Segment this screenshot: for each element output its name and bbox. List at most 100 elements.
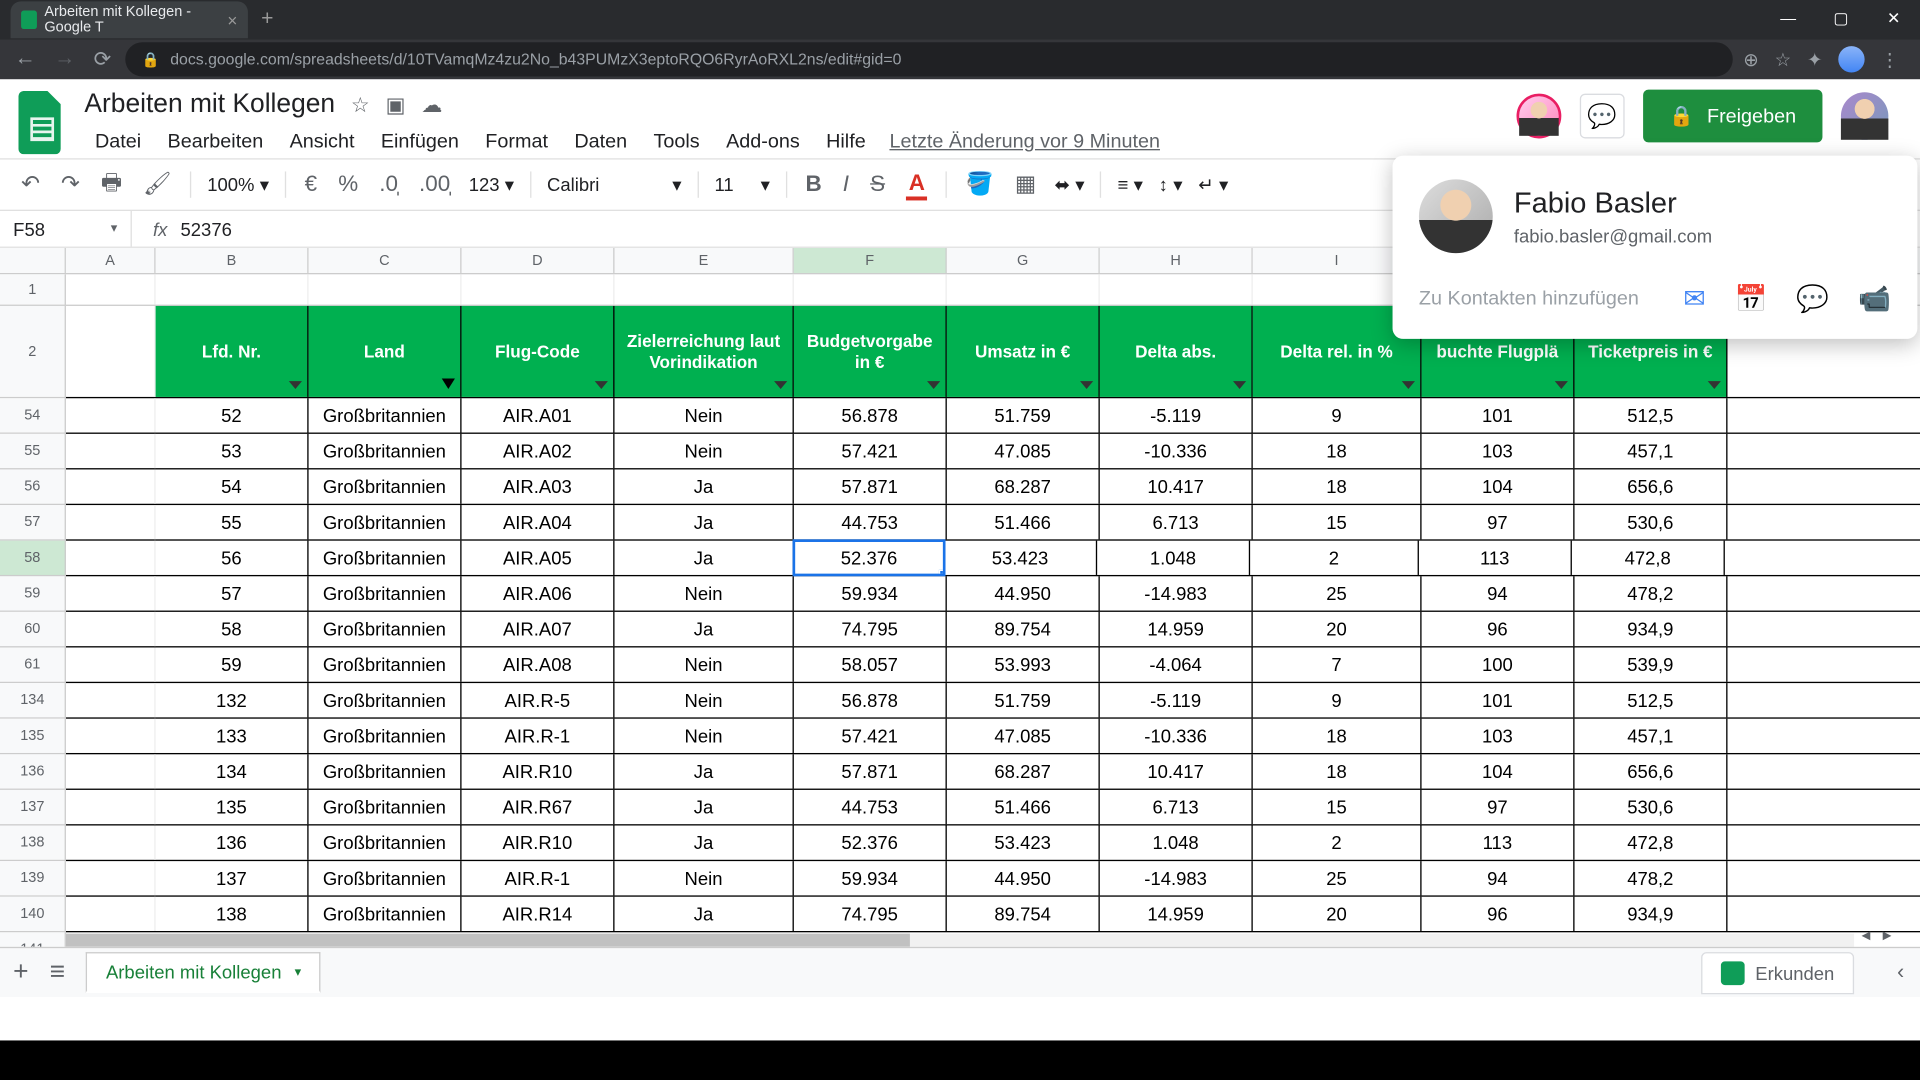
row-header[interactable]: 2 [0, 306, 66, 398]
cell[interactable]: AIR.A04 [462, 505, 615, 539]
row-header[interactable]: 135 [0, 719, 66, 755]
cell[interactable]: 1.048 [1100, 826, 1253, 860]
cell[interactable]: 1.048 [1097, 541, 1250, 575]
cell[interactable]: AIR.A01 [462, 398, 615, 432]
cell[interactable] [66, 754, 156, 788]
cell[interactable]: 89.754 [947, 897, 1100, 931]
cloud-status-icon[interactable]: ☁ [421, 92, 442, 118]
cell[interactable]: 14.959 [1100, 612, 1253, 646]
cell[interactable]: 51.759 [947, 683, 1100, 717]
menu-bearbeiten[interactable]: Bearbeiten [157, 125, 274, 158]
menu-hilfe[interactable]: Hilfe [816, 125, 877, 158]
cell[interactable] [66, 612, 156, 646]
cell[interactable] [66, 398, 156, 432]
cell[interactable]: 96 [1422, 897, 1575, 931]
cell[interactable]: Ja [615, 897, 794, 931]
col-header-a[interactable]: A [66, 248, 156, 273]
cell[interactable]: 57.421 [794, 719, 947, 753]
cell[interactable]: 68.287 [947, 469, 1100, 503]
cell[interactable]: -10.336 [1100, 434, 1253, 468]
cell[interactable]: 51.466 [947, 505, 1100, 539]
cell[interactable]: Großbritannien [309, 576, 462, 610]
chat-icon[interactable]: 💬 [1796, 282, 1829, 315]
cell[interactable]: AIR.A03 [462, 469, 615, 503]
scroll-left-icon[interactable]: ◄ [1857, 928, 1875, 946]
more-icon[interactable]: ⋮ [1880, 48, 1898, 70]
cell[interactable]: Großbritannien [309, 398, 462, 432]
cell[interactable]: 478,2 [1575, 861, 1728, 895]
cell[interactable]: 113 [1422, 826, 1575, 860]
cell[interactable]: 472,8 [1575, 826, 1728, 860]
cell[interactable]: Großbritannien [309, 861, 462, 895]
cell[interactable] [66, 469, 156, 503]
menu-ansicht[interactable]: Ansicht [279, 125, 365, 158]
cell[interactable]: 54 [156, 469, 309, 503]
new-tab-button[interactable]: + [261, 8, 273, 32]
cell[interactable]: 25 [1253, 861, 1422, 895]
back-button[interactable]: ← [11, 47, 40, 71]
cell[interactable] [66, 541, 156, 575]
percent-button[interactable]: % [330, 166, 366, 203]
row-header[interactable]: 55 [0, 434, 66, 470]
row-header[interactable]: 61 [0, 647, 66, 683]
cell[interactable]: 934,9 [1575, 612, 1728, 646]
video-icon[interactable]: 📹 [1858, 282, 1891, 315]
fill-color-button[interactable]: 🪣 [958, 166, 1002, 203]
cell[interactable]: 9 [1253, 683, 1422, 717]
cell[interactable]: 512,5 [1575, 398, 1728, 432]
cell[interactable]: Großbritannien [309, 434, 462, 468]
cell[interactable]: 101 [1422, 398, 1575, 432]
cell[interactable]: AIR.R67 [462, 790, 615, 824]
all-sheets-button[interactable]: ≡ [50, 957, 65, 987]
cell[interactable]: 103 [1422, 434, 1575, 468]
cell[interactable]: Nein [615, 576, 794, 610]
cell[interactable]: AIR.A08 [462, 647, 615, 681]
document-title[interactable]: Arbeiten mit Kollegen [84, 90, 335, 120]
cell[interactable] [66, 505, 156, 539]
reload-button[interactable]: ⟳ [90, 46, 116, 72]
cell[interactable]: 58 [156, 612, 309, 646]
cell[interactable]: 53.993 [947, 647, 1100, 681]
menu-addons[interactable]: Add-ons [716, 125, 811, 158]
row-header[interactable]: 134 [0, 683, 66, 719]
horizontal-scrollbar[interactable] [66, 934, 1854, 947]
cell[interactable]: -5.119 [1100, 398, 1253, 432]
cell[interactable]: 530,6 [1575, 790, 1728, 824]
cell[interactable]: AIR.R-1 [462, 861, 615, 895]
cell[interactable] [66, 647, 156, 681]
number-format-select[interactable]: 123▾ [463, 173, 519, 195]
cell[interactable]: -4.064 [1100, 647, 1253, 681]
cell[interactable]: 656,6 [1575, 754, 1728, 788]
share-button[interactable]: 🔒 Freigeben [1643, 90, 1823, 143]
sheets-logo[interactable] [16, 90, 69, 156]
cell[interactable]: Nein [615, 434, 794, 468]
cell[interactable] [66, 576, 156, 610]
redo-button[interactable]: ↷ [53, 166, 88, 203]
cell[interactable] [66, 434, 156, 468]
cell[interactable]: 89.754 [947, 612, 1100, 646]
forward-button[interactable]: → [50, 47, 79, 71]
cell[interactable]: 6.713 [1100, 505, 1253, 539]
font-size-select[interactable]: 11▾ [709, 173, 775, 195]
explore-button[interactable]: Erkunden [1701, 951, 1854, 993]
cell[interactable]: 2 [1253, 826, 1422, 860]
increase-decimal-button[interactable]: .00̩ [411, 166, 458, 203]
row-header[interactable]: 136 [0, 754, 66, 790]
cell[interactable]: Großbritannien [309, 541, 462, 575]
cell[interactable]: 137 [156, 861, 309, 895]
italic-button[interactable]: I [835, 166, 857, 203]
cell[interactable] [66, 861, 156, 895]
cell[interactable]: 20 [1253, 612, 1422, 646]
cell[interactable]: 18 [1253, 719, 1422, 753]
close-window-button[interactable]: ✕ [1867, 0, 1920, 37]
cell[interactable]: 134 [156, 754, 309, 788]
spreadsheet-grid[interactable]: A B C D E F G H I 1 2 545556575859606113… [0, 248, 1920, 947]
row-header[interactable]: 59 [0, 576, 66, 612]
bookmark-icon[interactable]: ☆ [1775, 48, 1792, 70]
cell[interactable]: Großbritannien [309, 505, 462, 539]
cell[interactable]: 457,1 [1575, 719, 1728, 753]
cell[interactable]: 44.753 [794, 790, 947, 824]
scroll-right-icon[interactable]: ► [1878, 928, 1896, 946]
bold-button[interactable]: B [798, 166, 830, 203]
cell[interactable]: Großbritannien [309, 754, 462, 788]
